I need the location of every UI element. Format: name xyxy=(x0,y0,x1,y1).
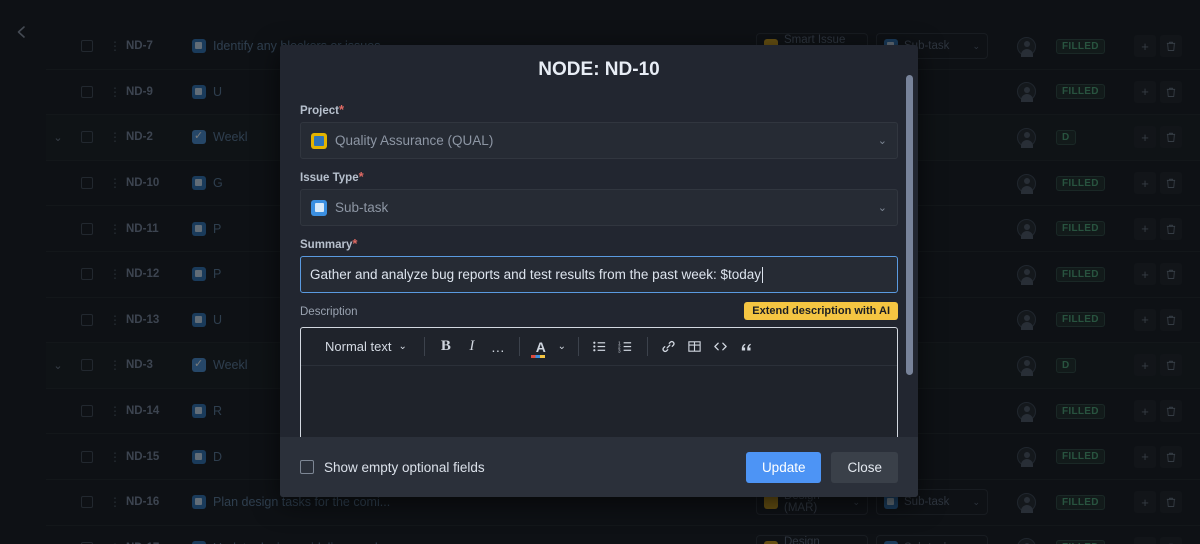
svg-text:3: 3 xyxy=(618,348,621,353)
chevron-down-icon: ⌄ xyxy=(878,201,887,214)
modal-footer: Show empty optional fields Update Close xyxy=(280,437,918,497)
project-select[interactable]: Quality Assurance (QUAL) ⌄ xyxy=(300,122,898,159)
description-label: Description xyxy=(300,306,358,318)
issue-type-label-text: Issue Type xyxy=(300,172,359,184)
footer-buttons: Update Close xyxy=(746,452,898,483)
editor-toolbar: Normal text ⌄ B I … A ⌄ xyxy=(301,328,897,366)
project-value: Quality Assurance (QUAL) xyxy=(335,133,493,148)
text-style-dropdown[interactable]: Normal text ⌄ xyxy=(313,339,415,354)
bold-button[interactable]: B xyxy=(434,335,458,359)
description-textarea[interactable] xyxy=(301,366,897,437)
project-label-text: Project xyxy=(300,105,339,117)
issue-type-select[interactable]: Sub-task ⌄ xyxy=(300,189,898,226)
summary-label: Summary* xyxy=(300,236,898,251)
issue-type-label: Issue Type* xyxy=(300,169,898,184)
issue-type-value: Sub-task xyxy=(335,200,388,215)
summary-value: Gather and analyze bug reports and test … xyxy=(310,267,761,282)
text-color-letter: A xyxy=(536,340,546,354)
update-button[interactable]: Update xyxy=(746,452,822,483)
link-icon xyxy=(661,339,676,354)
color-swatch-icon xyxy=(531,355,545,358)
bulleted-list-icon xyxy=(592,339,607,354)
code-button[interactable] xyxy=(709,335,733,359)
summary-required-mark: * xyxy=(352,236,357,251)
quote-icon xyxy=(739,339,754,354)
show-empty-optional-fields-checkbox[interactable]: Show empty optional fields xyxy=(300,460,485,475)
app-root: ⋮ND-7Identify any blockers or issuesSmar… xyxy=(0,0,1200,544)
subtask-icon xyxy=(311,200,327,216)
description-header: Description Extend description with AI xyxy=(300,304,898,324)
chevron-down-icon: ⌄ xyxy=(878,134,887,147)
text-cursor xyxy=(762,267,763,283)
project-label: Project* xyxy=(300,102,898,117)
extend-description-with-ai-button[interactable]: Extend description with AI xyxy=(744,302,898,320)
toolbar-divider xyxy=(424,337,425,356)
project-icon xyxy=(311,133,327,149)
italic-button[interactable]: I xyxy=(460,335,484,359)
show-empty-optional-fields-label: Show empty optional fields xyxy=(324,460,485,475)
chevron-down-icon: ⌄ xyxy=(398,341,406,352)
quote-button[interactable] xyxy=(735,335,759,359)
toolbar-divider xyxy=(578,337,579,356)
close-button[interactable]: Close xyxy=(831,452,898,483)
node-edit-modal: NODE: ND-10 Project* Quality Assurance (… xyxy=(280,45,918,497)
description-editor: Normal text ⌄ B I … A ⌄ xyxy=(300,327,898,437)
checkbox-icon xyxy=(300,460,314,474)
toolbar-divider xyxy=(519,337,520,356)
text-style-label: Normal text xyxy=(325,339,391,354)
summary-input[interactable]: Gather and analyze bug reports and test … xyxy=(300,256,898,293)
link-button[interactable] xyxy=(657,335,681,359)
modal-scrollbar[interactable] xyxy=(906,75,913,375)
more-formatting-button[interactable]: … xyxy=(486,335,510,359)
numbered-list-icon: 1 2 3 xyxy=(618,339,633,354)
text-color-button[interactable]: A xyxy=(529,335,553,359)
summary-label-text: Summary xyxy=(300,239,352,251)
modal-title: NODE: ND-10 xyxy=(280,45,918,93)
numbered-list-button[interactable]: 1 2 3 xyxy=(614,335,638,359)
bulleted-list-button[interactable] xyxy=(588,335,612,359)
modal-body: Project* Quality Assurance (QUAL) ⌄ Issu… xyxy=(280,92,918,437)
table-button[interactable] xyxy=(683,335,707,359)
project-required-mark: * xyxy=(339,102,344,117)
issue-type-required-mark: * xyxy=(359,169,364,184)
toolbar-divider xyxy=(647,337,648,356)
code-icon xyxy=(713,339,728,354)
table-icon xyxy=(687,339,702,354)
chevron-down-icon[interactable]: ⌄ xyxy=(555,335,569,359)
